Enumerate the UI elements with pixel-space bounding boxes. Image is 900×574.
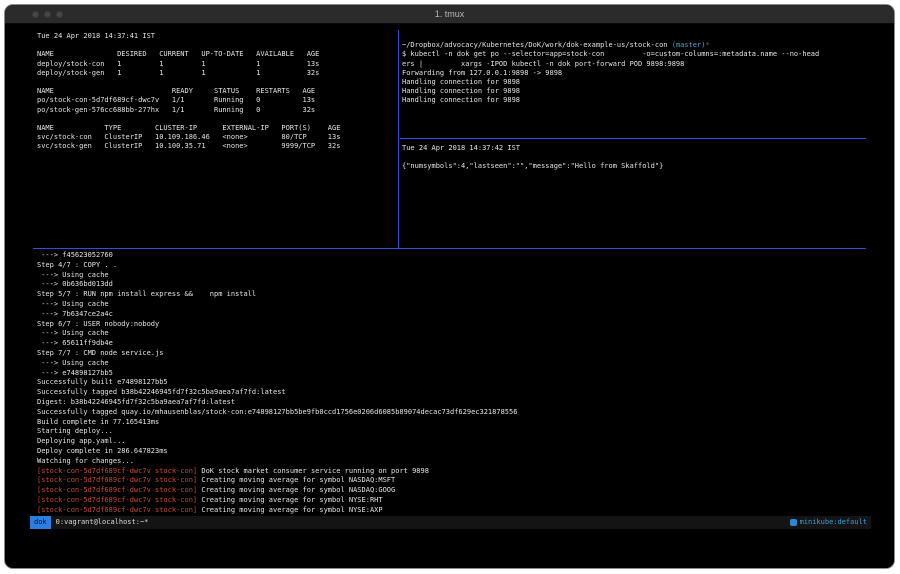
terminal-line: Tue 24 Apr 2018 14:37:41 IST [37, 32, 397, 41]
window-title: 1. tmux [5, 5, 894, 24]
terminal-line: Build complete in 77.165413ms [37, 418, 866, 428]
terminal-line: ---> Using cache [37, 271, 866, 281]
session-name-badge: dok [30, 516, 51, 529]
terminal-line: NAME TYPE CLUSTER-IP EXTERNAL-IP PORT(S)… [37, 124, 397, 133]
terminal-line: svc/stock-con ClusterIP 10.109.186.46 <n… [37, 133, 397, 142]
terminal-line: ---> Using cache [37, 359, 866, 369]
terminal-line: Step 5/7 : RUN npm install express && np… [37, 290, 866, 300]
terminal-line: ---> Using cache [37, 300, 866, 310]
terminal-line: po/stock-con-5d7df689cf-dwc7v 1/1 Runnin… [37, 96, 397, 105]
terminal-line: ---> e74898127bb5 [37, 369, 866, 379]
terminal-line [37, 115, 397, 124]
terminal-line: ers | xargs -IPOD kubectl -n dok port-fo… [402, 60, 864, 69]
terminal-line: Tue 24 Apr 2018 14:37:42 IST [402, 144, 864, 153]
terminal-line: Digest: b38b42246945fd7f32c5ba9aea7af7fd… [37, 398, 866, 408]
terminal-line: {"numsymbols":4,"lastseen":"","message":… [402, 162, 864, 171]
pane-border-right-horizontal [400, 138, 866, 139]
tmux-status-bar: dok 0:vagrant@localhost:~* minikube:defa… [30, 516, 871, 529]
terminal-line: ---> 65611ff9db4e [37, 339, 866, 349]
terminal-line: deploy/stock-gen 1 1 1 1 32s [37, 69, 397, 78]
terminal-line: ---> Using cache [37, 329, 866, 339]
minikube-icon [790, 519, 797, 526]
terminal-line: Step 7/7 : CMD node service.js [37, 349, 866, 359]
terminal-window: Tue 24 Apr 2018 14:37:41 IST NAME DESIRE… [4, 4, 895, 569]
terminal-line: Forwarding from 127.0.0.1:9898 -> 9898 [402, 69, 864, 78]
pane-skaffold-log[interactable]: ---> f45623052760Step 4/7 : COPY . . ---… [37, 251, 866, 517]
terminal-line: Successfully tagged quay.io/mhausenblas/… [37, 408, 866, 418]
terminal-line: Step 6/7 : USER nobody:nobody [37, 320, 866, 330]
terminal-line: Deploying app.yaml... [37, 437, 866, 447]
terminal-line: ---> 0b636bd013dd [37, 280, 866, 290]
pane-kubectl-output[interactable]: Tue 24 Apr 2018 14:37:41 IST NAME DESIRE… [37, 32, 397, 246]
terminal-line: [stock-con-5d7df689cf-dwc7v stock-con] C… [37, 476, 866, 486]
window-list-item[interactable]: 0:vagrant@localhost:~* [56, 516, 149, 529]
zoom-button[interactable] [56, 11, 63, 18]
terminal-line: Step 4/7 : COPY . . [37, 261, 866, 271]
kube-context-label: minikube:default [800, 516, 867, 529]
minimize-button[interactable] [44, 11, 51, 18]
terminal-line: ~/Dropbox/advocacy/Kubernetes/DoK/work/d… [402, 41, 864, 50]
terminal-line: [stock-con-5d7df689cf-dwc7v stock-con] C… [37, 496, 866, 506]
terminal-line: Starting deploy... [37, 427, 866, 437]
terminal-line: ---> f45623052760 [37, 251, 866, 261]
terminal-line: NAME READY STATUS RESTARTS AGE [37, 87, 397, 96]
terminal-line: Successfully tagged b38b42246945fd7f32c5… [37, 388, 866, 398]
terminal-line: Successfully built e74898127bb5 [37, 378, 866, 388]
terminal-line: ---> 7b6347ce2a4c [37, 310, 866, 320]
terminal-line: po/stock-gen-576cc688bb-277hx 1/1 Runnin… [37, 106, 397, 115]
terminal-line: [stock-con-5d7df689cf-dwc7v stock-con] C… [37, 506, 866, 516]
terminal-line: svc/stock-gen ClusterIP 10.100.35.71 <no… [37, 142, 397, 151]
terminal-line: [stock-con-5d7df689cf-dwc7v stock-con] C… [37, 486, 866, 496]
pane-border-vertical [398, 30, 399, 249]
terminal-line: deploy/stock-con 1 1 1 1 13s [37, 60, 397, 69]
terminal-line [402, 32, 864, 41]
traffic-lights [32, 11, 63, 18]
terminal-line: Deploy complete in 286.647823ms [37, 447, 866, 457]
terminal-line [37, 78, 397, 87]
terminal-line: Handling connection for 9898 [402, 78, 864, 87]
terminal-line [402, 153, 864, 162]
window-titlebar: 1. tmux [5, 5, 894, 24]
terminal-line: $ kubectl -n dok get po --selector=app=s… [402, 50, 864, 59]
terminal-line: Watching for changes... [37, 457, 866, 467]
terminal-line: Handling connection for 9898 [402, 96, 864, 105]
terminal-line: NAME DESIRED CURRENT UP-TO-DATE AVAILABL… [37, 50, 397, 59]
pane-port-forward[interactable]: ~/Dropbox/advocacy/Kubernetes/DoK/work/d… [402, 32, 864, 137]
terminal-line: Handling connection for 9898 [402, 87, 864, 96]
close-button[interactable] [32, 11, 39, 18]
pane-curl-output[interactable]: Tue 24 Apr 2018 14:37:42 IST {"numsymbol… [402, 144, 864, 244]
terminal-line [37, 41, 397, 50]
tmux-session: Tue 24 Apr 2018 14:37:41 IST NAME DESIRE… [5, 5, 894, 568]
terminal-line: [stock-con-5d7df689cf-dwc7v stock-con] D… [37, 467, 866, 477]
pane-border-horizontal [33, 248, 866, 249]
